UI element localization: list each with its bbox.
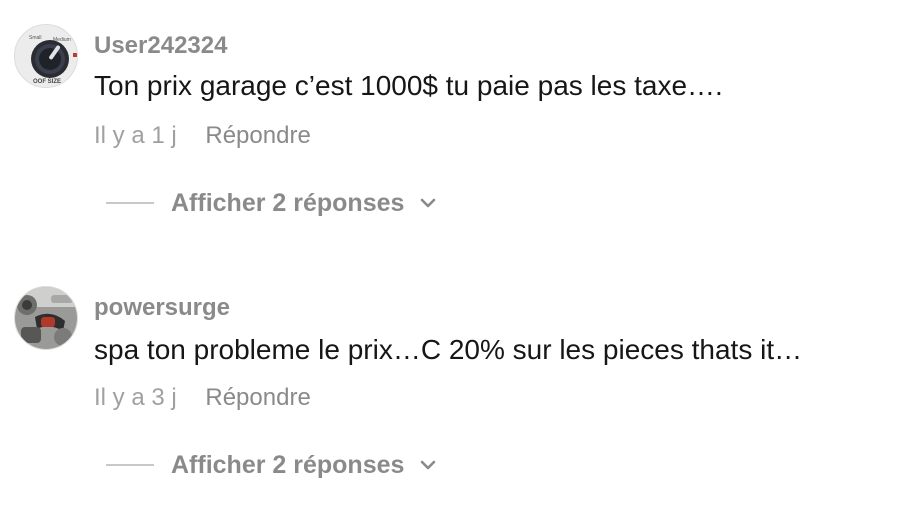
view-replies-button[interactable]: Afficher 2 réponses	[106, 448, 438, 482]
svg-text:Small: Small	[29, 35, 42, 41]
comment-text: Ton prix garage c’est 1000$ tu paie pas …	[94, 70, 723, 101]
comment-text: spa ton probleme le prix…C 20% sur les p…	[94, 334, 803, 365]
avatar[interactable]	[14, 286, 78, 350]
chevron-down-icon	[418, 455, 438, 475]
view-replies-label: Afficher 2 réponses	[171, 450, 405, 479]
comment-meta: Il y a 3 j Répondre	[94, 384, 311, 412]
comment-meta: Il y a 1 j Répondre	[94, 122, 311, 150]
timestamp: Il y a 1 j	[94, 122, 177, 149]
username[interactable]: powersurge	[94, 294, 230, 322]
avatar[interactable]: Small Medium OOF SIZE	[14, 24, 78, 88]
view-replies-button[interactable]: Afficher 2 réponses	[106, 186, 438, 220]
svg-text:OOF SIZE: OOF SIZE	[33, 79, 61, 85]
divider-line	[106, 464, 154, 466]
reply-button[interactable]: Répondre	[205, 384, 310, 411]
chevron-down-icon	[418, 193, 438, 213]
comment-item: Small Medium OOF SIZE User242324 Ton pri…	[0, 0, 912, 262]
reply-button[interactable]: Répondre	[205, 122, 310, 149]
timestamp: Il y a 3 j	[94, 384, 177, 411]
divider-line	[106, 202, 154, 204]
knob-dial-icon: Small Medium OOF SIZE	[15, 25, 77, 87]
comment-item: powersurge spa ton probleme le prix…C 20…	[0, 262, 912, 524]
username[interactable]: User242324	[94, 32, 227, 60]
engine-photo-icon	[15, 287, 77, 349]
view-replies-label: Afficher 2 réponses	[171, 188, 405, 217]
